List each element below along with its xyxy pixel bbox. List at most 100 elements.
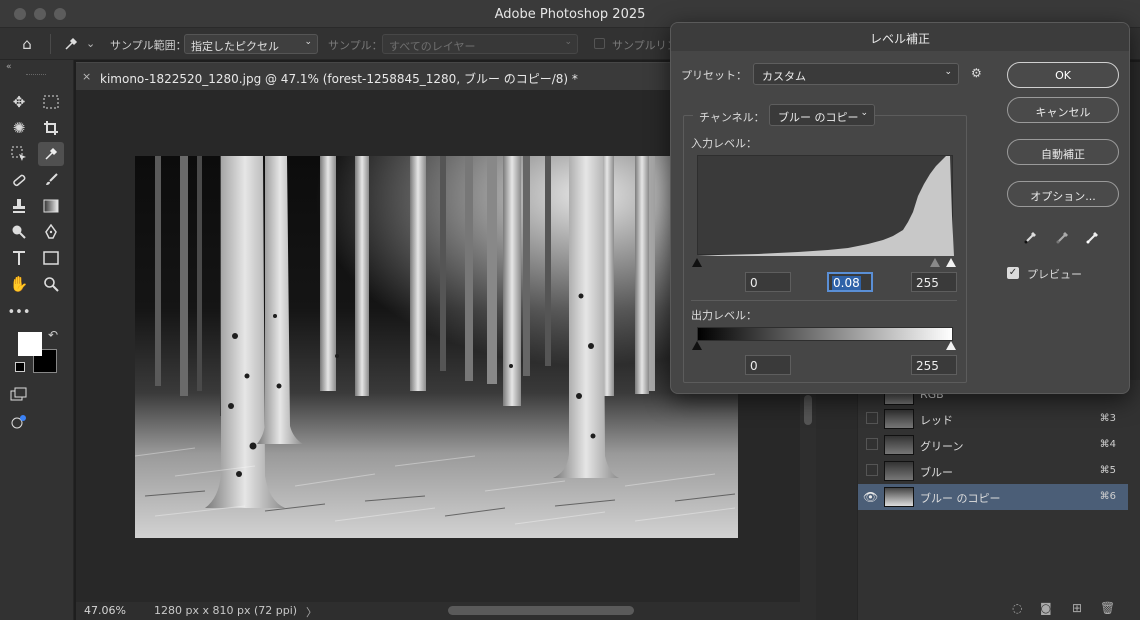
type-tool-icon[interactable] bbox=[6, 246, 32, 270]
zoom-level[interactable]: 47.06% bbox=[84, 604, 126, 617]
object-selection-tool-icon[interactable] bbox=[6, 142, 32, 166]
tools-panel: « ✥ ✺ ✋ ••• ↶ bbox=[0, 60, 74, 620]
show-sampling-ring-checkbox[interactable] bbox=[594, 38, 605, 49]
visibility-toggle[interactable] bbox=[866, 412, 878, 424]
black-point-eyedropper-icon[interactable] bbox=[1023, 229, 1039, 249]
levels-dialog: レベル補正 プリセット： カスタム ⌄ ⚙ チャンネル： ブルー のコピー ⌄ … bbox=[670, 22, 1130, 394]
quick-selection-tool-icon[interactable]: ✺ bbox=[6, 116, 32, 140]
sample-label: サンプル： bbox=[328, 39, 383, 52]
options-button[interactable]: オプション... bbox=[1007, 181, 1119, 207]
channel-shortcut: ⌘5 bbox=[1099, 465, 1116, 476]
chevron-down-icon: ⌄ bbox=[944, 67, 952, 77]
document-dimensions: 1280 px x 810 px (72 ppi) bbox=[154, 604, 298, 617]
zoom-tool-icon[interactable] bbox=[38, 272, 64, 296]
auto-button[interactable]: 自動補正 bbox=[1007, 139, 1119, 165]
channel-row[interactable]: グリーン ⌘4 bbox=[858, 432, 1128, 458]
eyedropper-tool-icon[interactable] bbox=[38, 142, 64, 166]
channel-label: チャンネル： bbox=[693, 109, 771, 125]
visibility-toggle[interactable] bbox=[866, 464, 878, 476]
save-selection-icon[interactable]: ◙ bbox=[1040, 601, 1052, 615]
channel-thumbnail bbox=[884, 461, 914, 481]
preview-checkbox[interactable]: ✓ bbox=[1007, 267, 1019, 279]
output-gradient-bar bbox=[697, 327, 953, 341]
rectangle-tool-icon[interactable] bbox=[38, 246, 64, 270]
output-white-field[interactable]: 255 bbox=[911, 355, 957, 375]
channel-shortcut: ⌘4 bbox=[1099, 439, 1116, 450]
output-levels-label: 出力レベル： bbox=[691, 309, 757, 322]
status-menu-arrow-icon[interactable]: 〉 bbox=[306, 604, 317, 620]
eye-icon[interactable]: 👁 bbox=[863, 490, 878, 504]
preset-label: プリセット： bbox=[681, 69, 747, 82]
input-black-slider[interactable] bbox=[692, 258, 702, 267]
brush-tool-icon[interactable] bbox=[38, 168, 64, 192]
input-gamma-field[interactable]: 0.08 bbox=[827, 272, 873, 292]
more-tools-icon[interactable]: ••• bbox=[6, 300, 32, 324]
output-white-slider[interactable] bbox=[946, 341, 956, 350]
ok-button[interactable]: OK bbox=[1007, 62, 1119, 88]
channel-value: ブルー のコピー bbox=[778, 111, 859, 124]
channel-shortcut: ⌘6 bbox=[1099, 491, 1116, 502]
preset-options-gear-icon[interactable]: ⚙ bbox=[971, 66, 982, 80]
input-gamma-slider[interactable] bbox=[930, 258, 940, 267]
channel-thumbnail bbox=[884, 487, 914, 507]
panel-grip[interactable] bbox=[26, 74, 46, 77]
eyedropper-preset-icon[interactable] bbox=[58, 32, 84, 56]
crop-tool-icon[interactable] bbox=[38, 116, 64, 140]
channel-row-selected[interactable]: 👁 ブルー のコピー ⌘6 bbox=[858, 484, 1128, 510]
collapse-panel-icon[interactable]: « bbox=[6, 62, 12, 72]
vertical-scrollbar-thumb[interactable] bbox=[804, 395, 812, 425]
chevron-down-icon: ⌄ bbox=[860, 108, 868, 118]
output-black-slider[interactable] bbox=[692, 341, 702, 350]
healing-brush-tool-icon[interactable] bbox=[6, 168, 32, 192]
input-black-field[interactable]: 0 bbox=[745, 272, 791, 292]
app-title: Adobe Photoshop 2025 bbox=[494, 7, 646, 22]
channel-row[interactable]: レッド ⌘3 bbox=[858, 406, 1128, 432]
sample-size-select[interactable]: 指定したピクセル ⌄ bbox=[184, 34, 318, 54]
tool-preset-chevron-icon[interactable]: ⌄ bbox=[86, 37, 95, 50]
channel-name: グリーン bbox=[920, 440, 964, 453]
gradient-tool-icon[interactable] bbox=[38, 194, 64, 218]
sample-layers-select[interactable]: すべてのレイヤー ⌄ bbox=[382, 34, 578, 54]
quick-mask-icon[interactable] bbox=[6, 382, 32, 406]
channel-select[interactable]: ブルー のコピー ⌄ bbox=[769, 104, 875, 126]
output-black-field[interactable]: 0 bbox=[745, 355, 791, 375]
sample-layers-value: すべてのレイヤー bbox=[389, 40, 476, 53]
preset-select[interactable]: カスタム ⌄ bbox=[753, 63, 959, 85]
default-colors-icon[interactable] bbox=[15, 362, 25, 372]
swap-colors-icon[interactable]: ↶ bbox=[48, 328, 58, 342]
screen-mode-icon[interactable] bbox=[6, 410, 32, 434]
marquee-tool-icon[interactable] bbox=[38, 90, 64, 114]
new-channel-icon[interactable]: ⊞ bbox=[1072, 601, 1082, 615]
input-white-slider[interactable] bbox=[946, 258, 956, 267]
load-selection-icon[interactable]: ◌ bbox=[1012, 601, 1022, 615]
preview-label: プレビュー bbox=[1027, 268, 1082, 281]
dialog-title: レベル補正 bbox=[671, 23, 1129, 51]
channel-name: レッド bbox=[920, 414, 953, 427]
input-white-field[interactable]: 255 bbox=[911, 272, 957, 292]
pen-tool-icon[interactable] bbox=[38, 220, 64, 244]
home-icon[interactable]: ⌂ bbox=[14, 32, 40, 56]
channel-name: ブルー bbox=[920, 466, 953, 479]
move-tool-icon[interactable]: ✥ bbox=[6, 90, 32, 114]
horizontal-scrollbar-thumb[interactable] bbox=[448, 606, 634, 615]
hand-tool-icon[interactable]: ✋ bbox=[6, 272, 32, 296]
chevron-down-icon: ⌄ bbox=[564, 37, 572, 47]
foreground-color-swatch[interactable] bbox=[18, 332, 42, 356]
preset-value: カスタム bbox=[762, 70, 806, 83]
input-levels-label: 入力レベル： bbox=[691, 137, 757, 150]
white-point-eyedropper-icon[interactable] bbox=[1085, 229, 1101, 249]
sample-size-value: 指定したピクセル bbox=[191, 40, 279, 53]
trash-icon[interactable]: 🗑 bbox=[1100, 601, 1115, 615]
dodge-tool-icon[interactable] bbox=[6, 220, 32, 244]
document-image[interactable] bbox=[135, 156, 738, 538]
gray-point-eyedropper-icon[interactable] bbox=[1055, 229, 1071, 249]
cancel-button[interactable]: キャンセル bbox=[1007, 97, 1119, 123]
chevron-down-icon: ⌄ bbox=[304, 37, 312, 47]
channel-row[interactable]: ブルー ⌘5 bbox=[858, 458, 1128, 484]
visibility-toggle[interactable] bbox=[866, 438, 878, 450]
close-document-icon[interactable]: × bbox=[82, 70, 91, 83]
histogram-graph bbox=[698, 156, 954, 256]
clone-stamp-tool-icon[interactable] bbox=[6, 194, 32, 218]
forest-image bbox=[135, 156, 738, 538]
histogram bbox=[697, 155, 954, 256]
